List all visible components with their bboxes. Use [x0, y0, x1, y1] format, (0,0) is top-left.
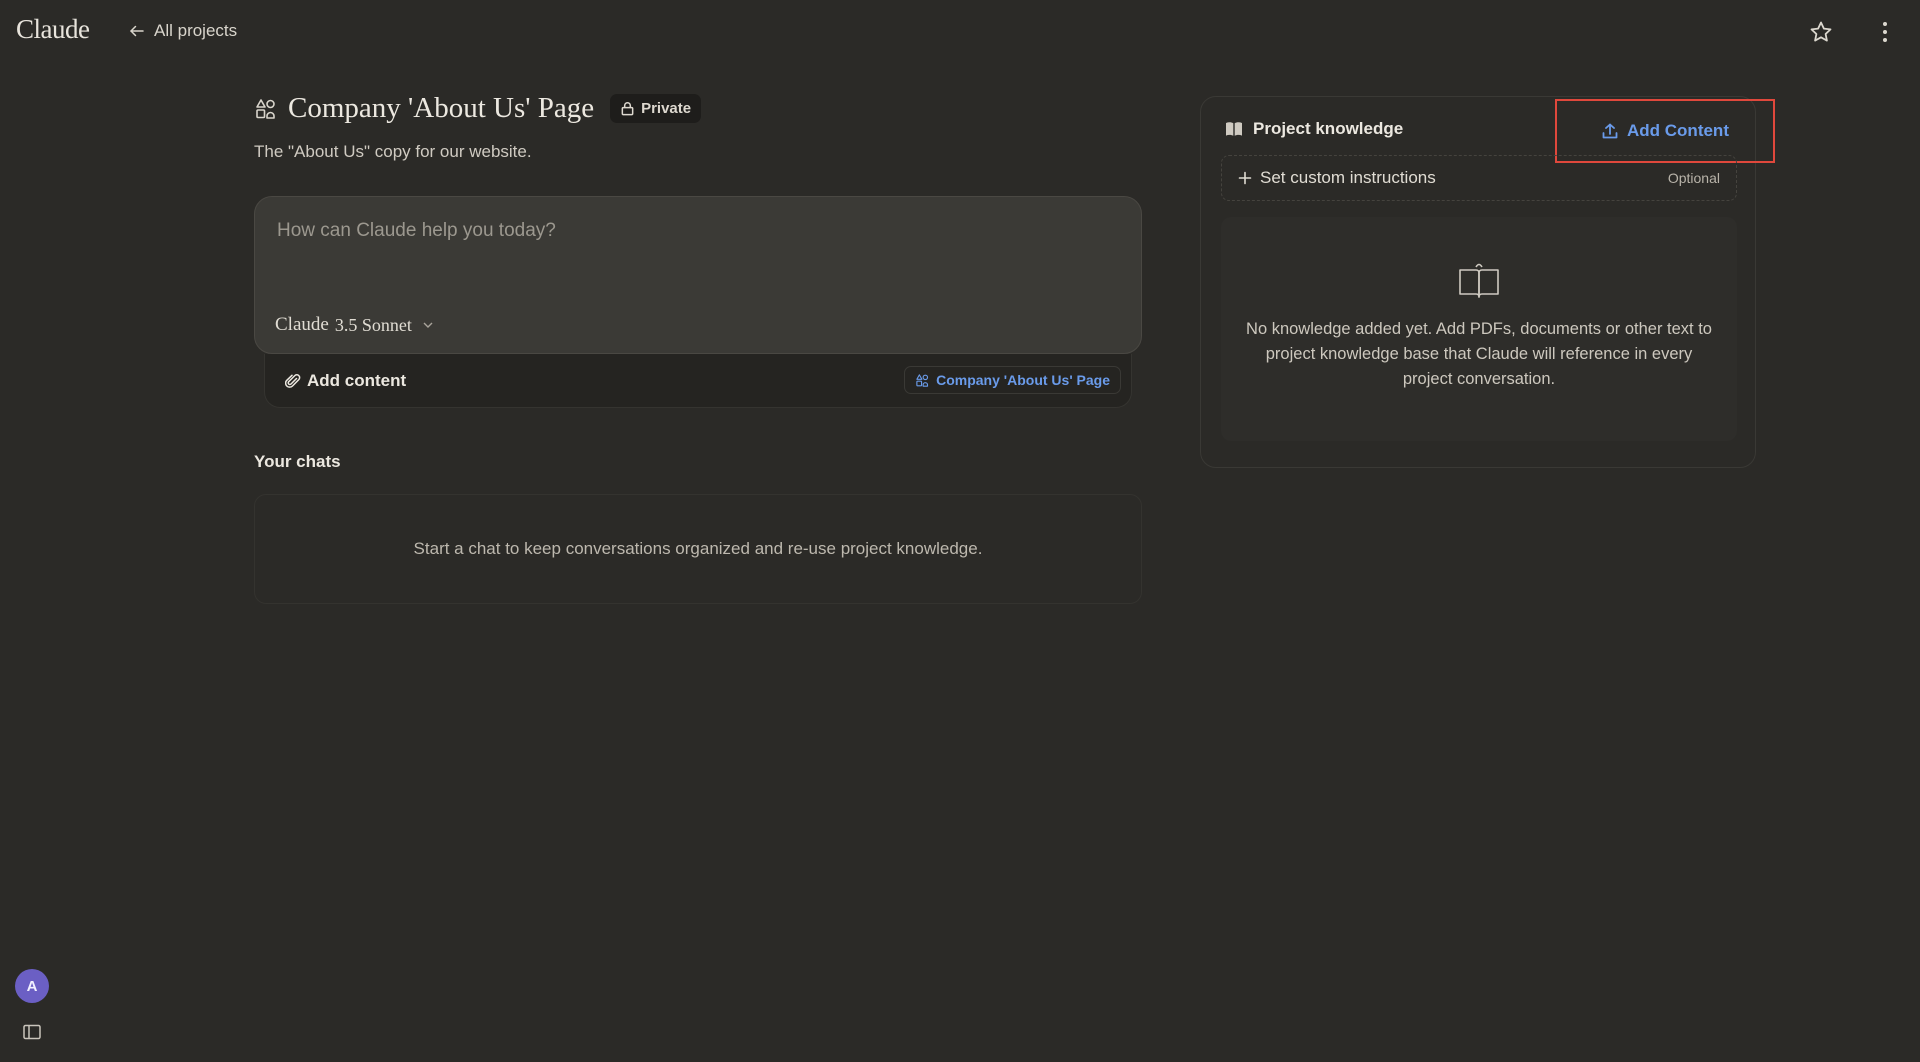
- top-actions: [1808, 18, 1898, 46]
- upload-icon: [1602, 123, 1618, 139]
- add-content-label: Add content: [307, 371, 407, 390]
- knowledge-empty-message: No knowledge added yet. Add PDFs, docume…: [1246, 320, 1712, 388]
- custom-instructions-button[interactable]: Set custom instructions Optional: [1221, 155, 1737, 201]
- paperclip-icon: [285, 374, 301, 388]
- user-avatar[interactable]: A: [15, 969, 49, 1003]
- add-knowledge-content-button[interactable]: Add Content: [1555, 99, 1775, 163]
- book-icon: [1226, 122, 1242, 136]
- project-title: Company 'About Us' Page: [288, 92, 595, 124]
- star-icon[interactable]: [1808, 18, 1834, 46]
- custom-instructions-left: Set custom instructions: [1238, 168, 1436, 188]
- lock-icon: [621, 102, 634, 116]
- your-chats-heading: Your chats: [254, 452, 341, 471]
- project-icon: [916, 373, 929, 387]
- optional-tag: Optional: [1667, 170, 1720, 186]
- knowledge-empty-state: No knowledge added yet. Add PDFs, docume…: [1221, 217, 1737, 441]
- project-chip-label: Company 'About Us' Page: [936, 372, 1110, 388]
- open-book-icon: [1459, 263, 1499, 298]
- project-icon: [256, 98, 275, 119]
- project-knowledge-panel: Project knowledge Add Content Set custom…: [1200, 96, 1775, 468]
- chats-empty-message: Start a chat to keep conversations organ…: [413, 539, 983, 558]
- all-projects-label: All projects: [154, 21, 238, 40]
- chat-footer: Add content Company 'About Us' Page: [264, 354, 1132, 408]
- project-header: Company 'About Us' Page Private: [254, 92, 702, 125]
- chat-input[interactable]: [275, 219, 1115, 243]
- visibility-label: Private: [641, 100, 692, 117]
- model-selector[interactable]: Claude 3.5 Sonnet: [275, 314, 434, 336]
- more-vertical-icon[interactable]: [1872, 18, 1898, 46]
- chevron-down-icon: [423, 322, 433, 328]
- claude-logo[interactable]: Claude: [16, 14, 90, 45]
- add-knowledge-content-label: Add Content: [1627, 121, 1729, 140]
- model-brand: Claude: [275, 314, 329, 335]
- knowledge-title-label: Project knowledge: [1253, 119, 1404, 138]
- sidebar-toggle-icon[interactable]: [23, 1024, 41, 1040]
- chats-empty-state: Start a chat to keep conversations organ…: [254, 494, 1142, 604]
- add-content-button[interactable]: Add content: [285, 371, 406, 391]
- project-chip[interactable]: Company 'About Us' Page: [904, 366, 1121, 394]
- visibility-badge[interactable]: Private: [610, 94, 702, 123]
- custom-instructions-label: Set custom instructions: [1260, 168, 1436, 187]
- project-description: The "About Us" copy for our website.: [254, 142, 532, 161]
- knowledge-title: Project knowledge: [1225, 119, 1403, 139]
- arrow-left-icon: [130, 25, 144, 37]
- plus-icon: [1238, 171, 1252, 185]
- model-version: 3.5 Sonnet: [334, 314, 412, 335]
- all-projects-link[interactable]: All projects: [128, 21, 237, 41]
- chat-composer: Claude 3.5 Sonnet: [254, 196, 1142, 354]
- app-root: Claude All projects Company 'About Us' P…: [0, 0, 1920, 1062]
